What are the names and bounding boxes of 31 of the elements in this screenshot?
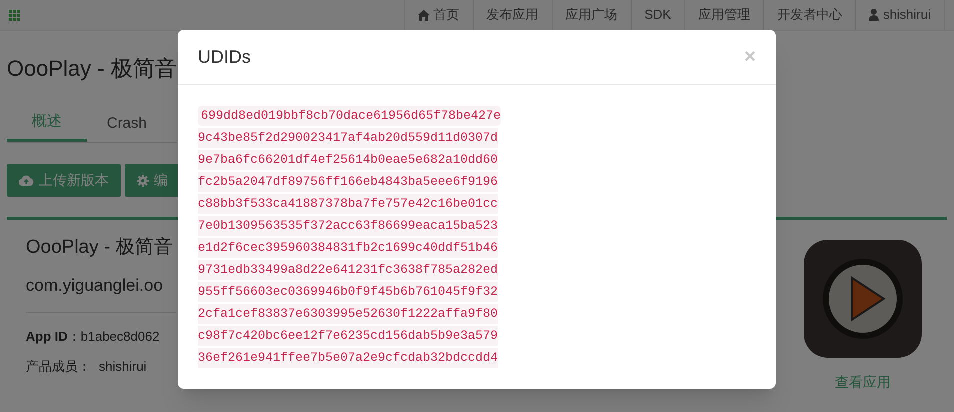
field-label: App ID xyxy=(26,328,68,346)
udid-text: e1d2f6cec395960384831fb2c1699c40ddf51b46 xyxy=(198,238,498,258)
udid-text: 7e0b1309563535f372acc63f86699eaca15ba523 xyxy=(198,216,498,236)
view-app-link[interactable]: 查看应用 xyxy=(835,372,891,393)
udid-text: 9e7ba6fc66201df4ef25614b0eae5e682a10dd60 xyxy=(198,150,498,170)
udid-text: fc2b5a2047df89756ff166eb4843ba5eee6f9196 xyxy=(198,172,498,192)
cloud-upload-icon xyxy=(19,175,34,186)
udid-text: c88bb3f533ca41887378ba7fe757e42c16be01cc xyxy=(198,194,498,214)
udid-text: 9731edb33499a8d22e641231fc3638f785a282ed xyxy=(198,260,498,280)
bundle-id: com.yiguanglei.oo xyxy=(26,274,164,296)
field-label: 产品成员： xyxy=(26,358,91,376)
tab[interactable]: Crash xyxy=(87,106,167,142)
action-button[interactable]: 上传新版本 xyxy=(7,164,121,197)
home-icon xyxy=(418,10,430,20)
udid-text: 36ef261e941ffee7b5e07a2e9cfcdab32bdccdd4 xyxy=(198,348,498,368)
grid-menu-icon[interactable] xyxy=(9,10,20,20)
udid-text: 699dd8ed019bbf8cb70dace61956d65f78be427e xyxy=(198,106,502,126)
tab[interactable]: 概述 xyxy=(7,106,87,142)
field-value: shishirui xyxy=(99,358,147,376)
udid-text: 955ff56603ec0369946b0f9f45b6b761045f9f32 xyxy=(198,282,498,302)
app-name: OooPlay - 极简音 xyxy=(26,236,173,260)
page-title: OooPlay - 极简音 xyxy=(7,55,177,83)
play-app-icon xyxy=(804,240,922,358)
gear-icon xyxy=(137,174,149,186)
dialog-title: UDIDs xyxy=(198,46,251,68)
nav-link[interactable]: shishirui xyxy=(856,0,945,30)
udid-text: c98f7c420bc6ee12f7e6235cd156dab5b9e3a579 xyxy=(198,326,498,346)
user-icon xyxy=(869,9,880,21)
udid-text: 2cfa1cef83837e6303995e52630f1222affa9f80 xyxy=(198,304,498,324)
field-value: ：b1abec8d062 xyxy=(68,328,160,346)
udid-text: 9c43be85f2d290023417af4ab20d559d11d0307d xyxy=(198,128,498,148)
